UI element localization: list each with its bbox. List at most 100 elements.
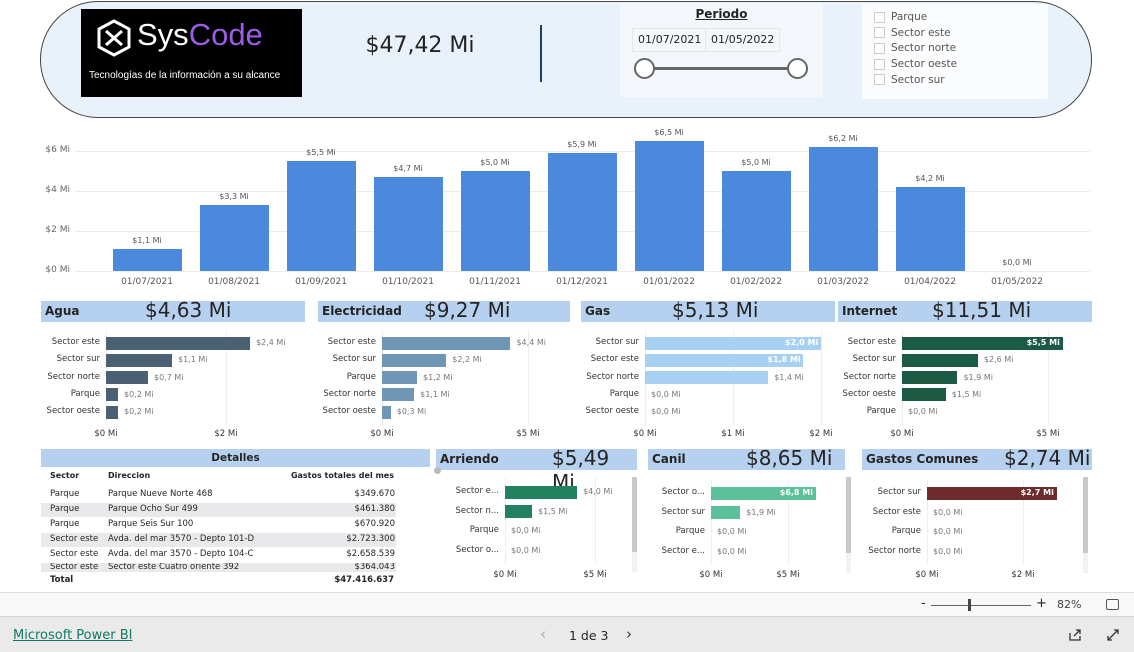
slicer-option[interactable]: Sector norte xyxy=(874,42,956,54)
panel-total: $11,51 Mi xyxy=(932,298,1032,322)
x-tick-label: 01/04/2022 xyxy=(904,277,956,287)
x-tick-label: 01/11/2021 xyxy=(469,277,521,287)
gridline xyxy=(75,271,1090,272)
footer-bar: Microsoft Power BI ‹ 1 de 3 › xyxy=(0,616,1134,652)
bar[interactable] xyxy=(106,405,118,419)
bar[interactable] xyxy=(547,153,617,271)
bar[interactable] xyxy=(505,505,532,518)
x-tick-label: $0 Mi xyxy=(633,429,657,439)
period-start-input[interactable]: 01/07/2021 xyxy=(632,28,708,52)
category-label: Parque xyxy=(469,525,499,535)
x-tick-label: $5 Mi xyxy=(776,570,800,580)
bar[interactable] xyxy=(286,161,356,271)
data-label: $4,0 Mi xyxy=(583,487,613,496)
bar[interactable] xyxy=(382,353,447,367)
bar[interactable] xyxy=(711,506,741,519)
bar[interactable] xyxy=(112,249,182,271)
slicer-option[interactable]: Sector oeste xyxy=(874,58,957,70)
x-tick-label: 01/02/2022 xyxy=(730,277,782,287)
table-cell: $670.920 xyxy=(354,519,395,529)
zoom-in-button[interactable]: + xyxy=(1036,596,1047,611)
column-header[interactable]: Sector xyxy=(50,471,79,480)
panel-total: $4,63 Mi xyxy=(145,298,232,322)
slicer-option-label: Sector oeste xyxy=(891,58,958,71)
data-label: $0,0 Mi xyxy=(933,546,963,556)
bar[interactable] xyxy=(460,171,530,271)
table-cell: Sector este xyxy=(50,534,99,544)
bar[interactable] xyxy=(382,371,418,385)
scrollbar-thumb[interactable] xyxy=(846,477,851,554)
x-tick-label: $0 Mi xyxy=(890,429,914,439)
data-label: $5,0 Mi xyxy=(741,158,771,167)
category-label: Sector n... xyxy=(455,505,499,516)
checkbox-icon[interactable] xyxy=(874,74,885,86)
column-header[interactable]: Direccion xyxy=(108,471,150,480)
slicer-option[interactable]: Sector este xyxy=(874,27,951,39)
panel-header-internet: Internet $11,51 Mi xyxy=(838,298,1092,322)
bar[interactable] xyxy=(373,177,443,271)
fit-to-page-icon[interactable] xyxy=(1106,599,1119,610)
resize-handle[interactable] xyxy=(434,467,441,474)
checkbox-icon[interactable] xyxy=(874,11,885,23)
category-label: Sector norte xyxy=(323,388,376,399)
zoom-slider[interactable] xyxy=(931,605,1031,606)
checkbox-icon[interactable] xyxy=(874,27,885,39)
x-tick-label: 01/07/2021 xyxy=(121,277,173,287)
category-label: Sector norte xyxy=(843,371,896,382)
logo-name-a: Sys xyxy=(137,17,189,52)
data-label: $6,8 Mi xyxy=(779,488,813,497)
slicer-option[interactable]: Parque xyxy=(874,11,927,23)
data-label: $1,9 Mi xyxy=(963,372,993,382)
prev-page-button[interactable]: ‹ xyxy=(540,625,546,643)
bar[interactable] xyxy=(106,336,250,350)
fullscreen-icon[interactable] xyxy=(1106,628,1120,642)
scrollbar-thumb[interactable] xyxy=(1083,477,1088,554)
bar[interactable] xyxy=(634,141,704,271)
column-header[interactable]: Gastos totales del mes xyxy=(291,471,394,480)
period-slider-start-handle[interactable] xyxy=(634,58,655,79)
period-slider-end-handle[interactable] xyxy=(787,58,808,79)
power-bi-link[interactable]: Microsoft Power BI xyxy=(13,628,132,643)
zoom-out-button[interactable]: - xyxy=(921,596,926,611)
slicer-option[interactable]: Sector sur xyxy=(874,74,945,86)
slicer-option-label: Sector norte xyxy=(891,42,957,55)
bar[interactable] xyxy=(382,388,415,402)
bar[interactable] xyxy=(199,205,269,271)
table-cell: Parque Nueve Norte 468 xyxy=(108,489,213,499)
bar[interactable] xyxy=(645,371,769,385)
table-row[interactable]: Sector este Sector este Cuatro oriente 39… xyxy=(41,563,396,572)
bar[interactable] xyxy=(382,336,511,350)
table-row[interactable]: Parque Parque Nueve Norte 468 $349.670 xyxy=(41,488,396,502)
scrollbar-thumb[interactable] xyxy=(632,477,637,553)
data-label: $0,0 Mi xyxy=(511,526,541,535)
table-cell: $461.380 xyxy=(354,504,395,514)
table-row[interactable]: Parque Parque Ocho Sur 499 $461.380 xyxy=(41,503,396,517)
bar[interactable] xyxy=(808,147,878,271)
checkbox-icon[interactable] xyxy=(874,58,885,70)
category-label: Sector oeste xyxy=(842,388,896,399)
table-row[interactable]: Sector este Avda. del mar 3570 - Depto 10… xyxy=(41,548,396,562)
bar[interactable] xyxy=(902,388,946,402)
x-tick-label: 01/09/2021 xyxy=(295,277,347,287)
bar[interactable] xyxy=(382,405,391,419)
bar[interactable] xyxy=(106,353,172,367)
category-label: Sector o... xyxy=(455,544,499,555)
bar[interactable] xyxy=(106,371,148,385)
share-icon[interactable] xyxy=(1068,628,1082,642)
next-page-button[interactable]: › xyxy=(626,625,632,643)
table-row[interactable]: Sector este Avda. del mar 3570 - Depto 10… xyxy=(41,533,396,547)
zoom-slider-handle[interactable] xyxy=(968,599,971,611)
data-label: $6,2 Mi xyxy=(828,134,858,143)
bar[interactable] xyxy=(106,388,118,402)
panel-header-gas: Gas $5,13 Mi xyxy=(581,298,835,322)
panel-title: Arriendo xyxy=(440,452,499,466)
period-slider-track[interactable] xyxy=(644,67,807,70)
bar[interactable] xyxy=(902,353,978,367)
checkbox-icon[interactable] xyxy=(874,42,885,54)
period-end-input[interactable]: 01/05/2022 xyxy=(705,28,781,52)
table-row[interactable]: Parque Parque Seis Sur 100 $670.920 xyxy=(41,518,396,532)
bar[interactable] xyxy=(902,371,958,385)
bar[interactable] xyxy=(505,485,577,499)
bar[interactable] xyxy=(895,187,965,271)
bar[interactable] xyxy=(721,171,791,271)
